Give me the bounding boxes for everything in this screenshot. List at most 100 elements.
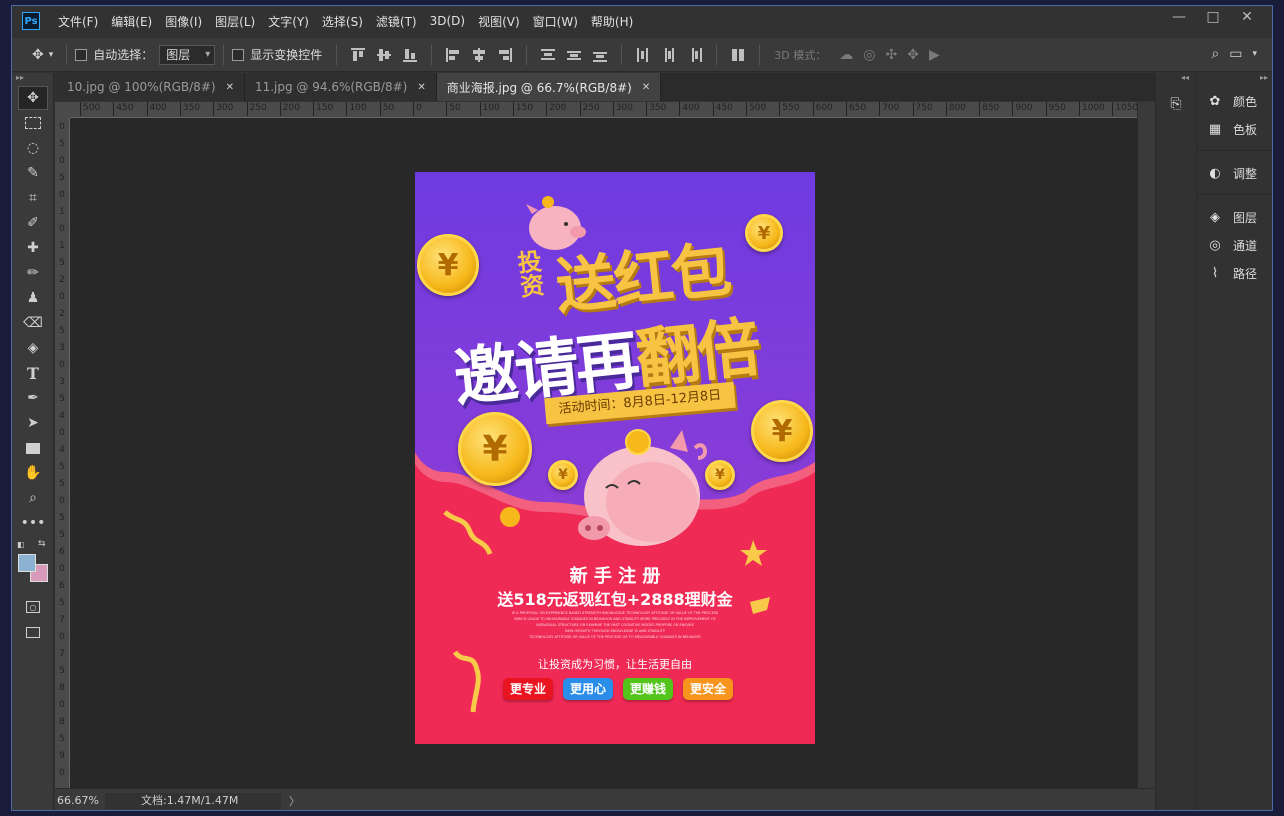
vertical-ruler[interactable]: 0 5 0 5 0 1 0 1 5 2 0 2 5 3 0 3 5 4 0 4 5 5 0 5 5 6 0 6 5 7 0 7 5 8 0 8 5 9 0 (55, 118, 70, 796)
hand-tool[interactable]: ✋ (18, 461, 48, 485)
ruler-tick-label: 300 (612, 102, 633, 116)
maximize-button[interactable]: □ (1196, 8, 1230, 28)
stamp-tool[interactable]: ♟ (18, 286, 48, 310)
align-bottom-icon[interactable] (403, 48, 418, 62)
pen-tool[interactable]: ✒ (18, 386, 48, 410)
show-transform-checkbox[interactable] (232, 48, 245, 61)
history-icon[interactable]: ⎘ (1162, 91, 1190, 117)
search-icon[interactable]: ⌕ (1211, 46, 1219, 62)
menu-select[interactable]: 选择(S) (322, 13, 363, 30)
3d-orbit-icon[interactable]: ☁ (839, 47, 853, 63)
marquee-tool[interactable] (18, 111, 48, 135)
path-select-tool[interactable]: ➤ (18, 411, 48, 435)
more-tools-icon[interactable]: ••• (18, 511, 48, 535)
panel-layers[interactable]: ◈ 图层 (1197, 203, 1272, 231)
distribute-right-icon[interactable] (688, 47, 703, 62)
type-tool[interactable]: T (18, 361, 48, 385)
zoom-level[interactable]: 66.67% (55, 794, 101, 807)
align-right-icon[interactable] (498, 47, 513, 62)
move-tool[interactable]: ✥ (18, 86, 48, 110)
layers-icon: ◈ (1210, 209, 1220, 225)
menu-type[interactable]: 文字(Y) (268, 13, 309, 30)
menu-help[interactable]: 帮助(H) (591, 13, 633, 30)
toolbar-grip-icon[interactable]: ▸▸ (12, 73, 53, 85)
ruler-tick-label: 150 (512, 102, 533, 116)
status-menu-chevron-icon[interactable]: 〉 (289, 793, 300, 809)
zoom-tool[interactable]: ⌕ (18, 486, 48, 510)
tab-close-icon[interactable]: ✕ (417, 82, 425, 93)
divider (1197, 143, 1272, 151)
menu-edit[interactable]: 编辑(E) (111, 13, 152, 30)
auto-align-icon[interactable] (731, 48, 745, 62)
tool-preset-chevron-icon[interactable]: ▾ (49, 50, 54, 60)
tab-close-icon[interactable]: ✕ (226, 82, 234, 93)
panel-color[interactable]: ✿ 颜色 (1197, 87, 1272, 115)
divider (526, 44, 528, 65)
auto-select-target-dropdown[interactable]: 图层 (159, 44, 216, 65)
panel-channels[interactable]: ◎ 通道 (1197, 231, 1272, 259)
workspace-chevron-icon[interactable]: ▾ (1252, 49, 1257, 59)
quick-mask-icon[interactable]: ○ (18, 595, 48, 619)
photoshop-window: Ps 文件(F) 编辑(E) 图像(I) 图层(L) 文字(Y) 选择(S) 滤… (11, 5, 1273, 811)
crop-tool[interactable]: ⌗ (18, 186, 48, 210)
distribute-left-icon[interactable] (636, 47, 650, 62)
menu-3d[interactable]: 3D(D) (430, 14, 465, 28)
close-button[interactable]: ✕ (1230, 8, 1264, 28)
brush-tool[interactable]: ✏ (18, 261, 48, 285)
healing-brush-tool[interactable]: ✚ (18, 236, 48, 260)
lasso-tool[interactable]: ◌ (18, 136, 48, 160)
3d-camera-icon[interactable]: ▶ (929, 47, 940, 63)
align-top-icon[interactable] (351, 47, 366, 62)
vertical-scrollbar[interactable] (1137, 102, 1155, 796)
tab-10-jpg[interactable]: 10.jpg @ 100%(RGB/8#) ✕ (55, 73, 245, 101)
ruler-origin[interactable] (55, 102, 70, 118)
ruler-tick-label: 250 (579, 102, 600, 116)
tab-close-icon[interactable]: ✕ (642, 82, 650, 93)
auto-select-checkbox[interactable] (75, 48, 88, 61)
minimize-button[interactable]: — (1162, 8, 1196, 28)
panel-grip-icon[interactable]: ▸▸ (1197, 73, 1272, 87)
panel-adjustments[interactable]: ◐ 调整 (1197, 159, 1272, 187)
align-vcenter-icon[interactable] (377, 48, 392, 62)
3d-pan-icon[interactable]: ✣ (885, 47, 897, 63)
paint-bucket-tool[interactable]: ◈ (18, 336, 48, 360)
tab-commercial-poster[interactable]: 商业海报.jpg @ 66.7%(RGB/8#) ✕ (436, 73, 662, 101)
tab-11-jpg[interactable]: 11.jpg @ 94.6%(RGB/8#) ✕ (244, 73, 437, 101)
align-left-icon[interactable] (446, 47, 460, 62)
ruler-tick-label: 5 (59, 394, 65, 404)
menu-window[interactable]: 窗口(W) (533, 13, 578, 30)
eyedropper-tool[interactable]: ✐ (18, 211, 48, 235)
ruler-tick-label: 5 (59, 530, 65, 540)
distribute-vcenter-icon[interactable] (567, 48, 582, 62)
horizontal-ruler[interactable]: 500 450 400 350 300 250 200 150 100 50 0 50 100 150 20… (70, 102, 1137, 118)
divider (223, 44, 225, 65)
quick-select-tool[interactable]: ✎ (18, 161, 48, 185)
ruler-tick-label: 7 (59, 649, 65, 659)
3d-slide-icon[interactable]: ✥ (907, 47, 919, 63)
menu-file[interactable]: 文件(F) (58, 13, 98, 30)
swap-colors-icon[interactable]: ⇆ (38, 539, 46, 549)
rectangle-tool[interactable] (18, 436, 48, 460)
distribute-bottom-icon[interactable] (593, 48, 608, 62)
move-tool-icon[interactable]: ✥ (32, 47, 44, 63)
distribute-hcenter-icon[interactable] (662, 47, 676, 62)
screen-mode-icon[interactable] (18, 620, 48, 644)
3d-roll-icon[interactable]: ◎ (863, 47, 875, 63)
ruler-tick-label: 5 (59, 666, 65, 676)
align-hcenter-icon[interactable] (472, 47, 486, 62)
canvas-area[interactable]: ¥ ¥ ¥ ¥ ¥ ¥ 投资 送红包 邀请再翻倍 活动时间：8月8日-12月8日… (70, 118, 1137, 796)
menu-image[interactable]: 图像(I) (165, 13, 202, 30)
menu-view[interactable]: 视图(V) (478, 13, 520, 30)
ruler-tick-label: 500 (80, 102, 100, 116)
foreground-color-swatch[interactable] (18, 554, 36, 572)
distribute-top-icon[interactable] (541, 48, 556, 62)
panel-swatches[interactable]: ▦ 色板 (1197, 115, 1272, 143)
menu-filter[interactable]: 滤镜(T) (376, 13, 417, 30)
menu-layer[interactable]: 图层(L) (215, 13, 255, 30)
eraser-tool[interactable]: ⌫ (18, 311, 48, 335)
workspace-icon[interactable]: ▭ (1229, 46, 1242, 62)
default-colors-icon[interactable]: ◧ (17, 540, 25, 549)
tag-secure: 更安全 (683, 678, 733, 700)
panel-paths[interactable]: ⌇ 路径 (1197, 259, 1272, 287)
panel-grip-icon[interactable]: ◂◂ (1156, 73, 1195, 87)
